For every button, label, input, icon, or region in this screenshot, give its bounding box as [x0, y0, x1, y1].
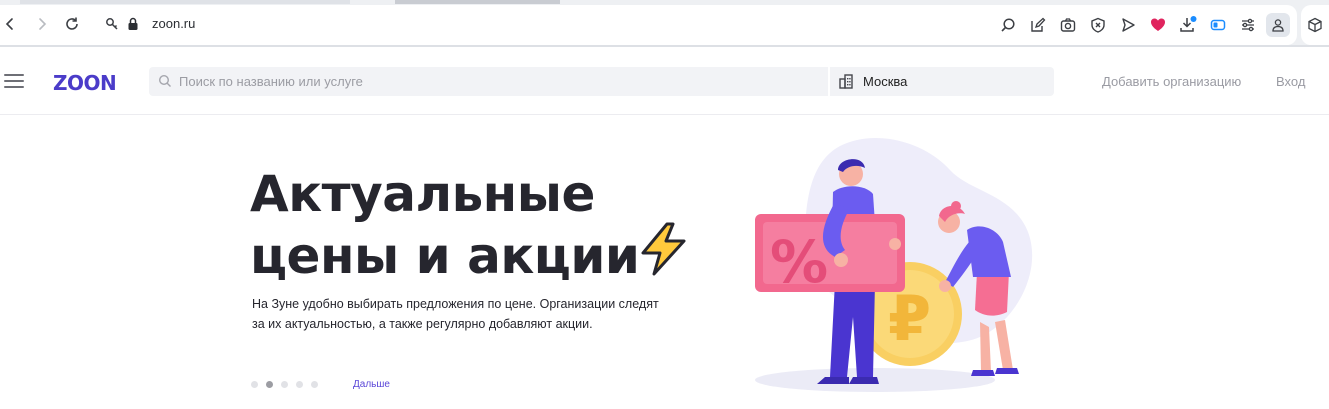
carousel-dot[interactable] [281, 381, 288, 388]
city-building-icon [839, 74, 853, 89]
url-text[interactable]: zoon.ru [152, 16, 195, 31]
extensions-button[interactable] [1301, 5, 1329, 45]
edit-icon [1031, 17, 1046, 32]
site-info-icon [106, 18, 118, 30]
carousel-dot[interactable] [296, 381, 303, 388]
hero-title-line: цены и акции [250, 227, 640, 285]
next-slide-link[interactable]: Дальше [353, 379, 390, 390]
search-box[interactable] [149, 67, 828, 96]
forward-button[interactable] [32, 14, 52, 34]
zoom-button[interactable] [997, 14, 1019, 36]
hero-description-line: за их актуальностью, а также регулярно д… [252, 317, 593, 331]
adblock-button[interactable] [1087, 14, 1109, 36]
logo[interactable]: ZOON [53, 71, 117, 95]
woman-skirt [975, 272, 1009, 316]
send-button[interactable] [1117, 14, 1139, 36]
man-legs [830, 282, 875, 377]
profile-icon [1272, 19, 1284, 32]
hero-description: На Зуне удобно выбирать предложения по ц… [252, 294, 712, 334]
zoom-icon [1001, 18, 1015, 32]
hero-description-line: На Зуне удобно выбирать предложения по ц… [252, 297, 659, 311]
carousel-dot[interactable] [311, 381, 318, 388]
ruble-icon: ₽ [888, 282, 931, 355]
login-link[interactable]: Вход [1276, 74, 1305, 89]
shield-icon [1091, 17, 1105, 33]
send-icon [1122, 18, 1135, 32]
city-selector[interactable]: Москва [830, 67, 1054, 96]
search-input[interactable] [179, 67, 819, 96]
camera-icon [1060, 18, 1076, 32]
profile-button[interactable] [1266, 13, 1290, 37]
active-tab-strip[interactable] [395, 0, 560, 4]
search-icon [158, 74, 171, 87]
settings-sliders-icon [1242, 18, 1254, 32]
carousel-dot-active[interactable] [266, 381, 273, 388]
screenshot-button[interactable] [1057, 14, 1079, 36]
reload-button[interactable] [62, 14, 82, 34]
box-icon [1308, 17, 1322, 33]
forward-icon [39, 18, 47, 30]
download-icon [1180, 16, 1197, 32]
carousel-dots [251, 381, 318, 388]
settings-button[interactable] [1237, 14, 1259, 36]
back-button[interactable] [0, 14, 20, 34]
reload-icon [66, 17, 78, 30]
heart-icon [1151, 18, 1165, 31]
edit-button[interactable] [1027, 14, 1049, 36]
back-icon [5, 18, 13, 30]
hero-title: Актуальные цены и акции [250, 163, 640, 287]
hero-illustration: ₽ % [755, 137, 1033, 392]
menu-icon[interactable] [4, 74, 24, 88]
site-header: ZOON Москва Добавить организацию Вход [0, 47, 1329, 115]
lightning-icon [641, 222, 686, 276]
sidebar-toggle-button[interactable] [1207, 14, 1229, 36]
add-organization-link[interactable]: Добавить организацию [1102, 74, 1241, 89]
downloads-button[interactable] [1177, 14, 1199, 36]
favorites-button[interactable] [1147, 14, 1169, 36]
percent-icon: % [770, 228, 828, 296]
tab-strip [20, 0, 350, 4]
carousel-dot[interactable] [251, 381, 258, 388]
hero-title-line: Актуальные [250, 165, 595, 223]
woman-legs [980, 320, 1013, 372]
site-info-button[interactable] [102, 14, 122, 34]
lock-icon [123, 14, 143, 34]
city-label: Москва [863, 74, 908, 89]
sidebar-toggle-icon [1210, 19, 1226, 31]
